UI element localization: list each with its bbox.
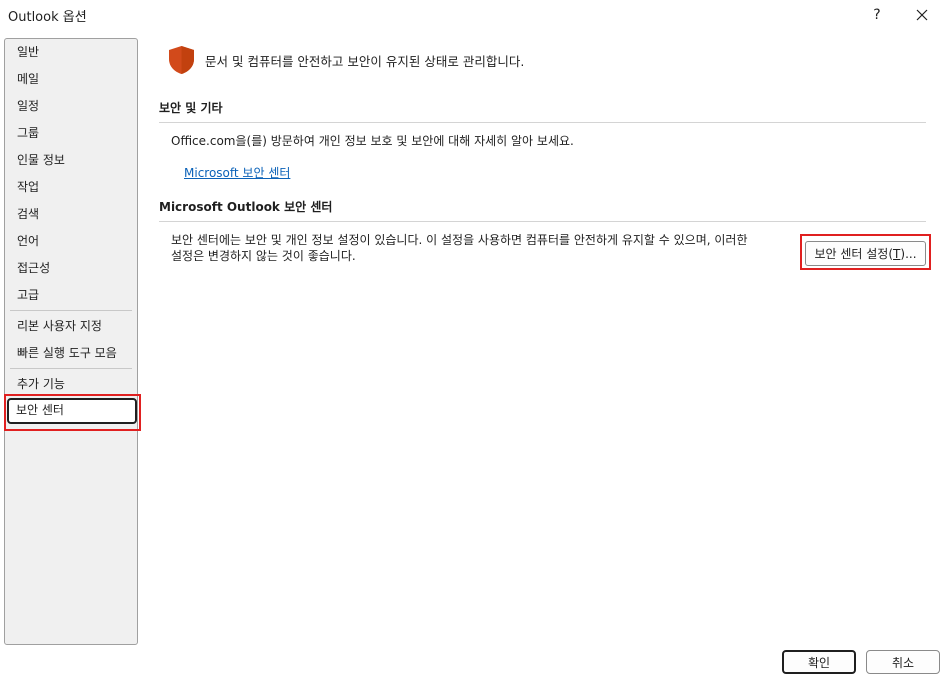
button-label: 보안 센터 설정 xyxy=(814,247,889,261)
nav-item-language[interactable]: 언어 xyxy=(8,229,134,253)
nav-separator xyxy=(10,310,132,311)
nav-separator xyxy=(10,368,132,369)
page-header: 문서 및 컴퓨터를 안전하고 보안이 유지된 상태로 관리합니다. xyxy=(168,44,524,76)
nav-item-advanced[interactable]: 고급 xyxy=(8,283,134,307)
title-bar: Outlook 옵션 ? xyxy=(0,0,943,32)
page-description: 문서 및 컴퓨터를 안전하고 보안이 유지된 상태로 관리합니다. xyxy=(205,53,525,69)
shield-icon xyxy=(169,46,194,74)
trust-center-description-line2: 설정은 변경하지 않는 것이 좋습니다. xyxy=(171,249,356,263)
nav-item-search[interactable]: 검색 xyxy=(8,202,134,226)
nav-item-trust-center[interactable]: 보안 센터 xyxy=(7,398,137,424)
trust-center-description-line1: 보안 센터에는 보안 및 개인 정보 설정이 있습니다. 이 설정을 사용하면 … xyxy=(171,233,748,247)
button-mnemonic: T xyxy=(893,246,901,261)
microsoft-trust-center-link[interactable]: Microsoft 보안 센터 xyxy=(184,164,290,181)
trust-center-settings-button[interactable]: 보안 센터 설정(T)... xyxy=(805,241,926,266)
cancel-button[interactable]: 취소 xyxy=(866,650,940,674)
options-nav: 일반 메일 일정 그룹 인물 정보 작업 검색 언어 접근성 고급 리본 사용자… xyxy=(4,38,138,645)
nav-item-calendar[interactable]: 일정 xyxy=(8,94,134,118)
security-description: Office.com을(를) 방문하여 개인 정보 보호 및 보안에 대해 자세… xyxy=(171,134,574,148)
nav-item-accessibility[interactable]: 접근성 xyxy=(8,256,134,280)
button-ellipsis: ... xyxy=(905,246,917,261)
nav-item-add-ins[interactable]: 추가 기능 xyxy=(8,372,134,396)
nav-item-customize-ribbon[interactable]: 리본 사용자 지정 xyxy=(8,314,134,338)
nav-item-quick-access-toolbar[interactable]: 빠른 실행 도구 모음 xyxy=(8,341,134,365)
close-icon xyxy=(916,9,928,21)
nav-item-groups[interactable]: 그룹 xyxy=(8,121,134,145)
nav-item-tasks[interactable]: 작업 xyxy=(8,175,134,199)
nav-item-general[interactable]: 일반 xyxy=(8,40,134,64)
section-title-trust-center: Microsoft Outlook 보안 센터 xyxy=(159,200,333,214)
section-title-security: 보안 및 기타 xyxy=(159,101,223,115)
window-title: Outlook 옵션 xyxy=(8,10,87,25)
section-divider xyxy=(159,221,926,222)
section-divider xyxy=(159,122,926,123)
close-button[interactable] xyxy=(910,4,934,26)
help-button[interactable]: ? xyxy=(866,4,888,26)
nav-item-people[interactable]: 인물 정보 xyxy=(8,148,134,172)
ok-button[interactable]: 확인 xyxy=(782,650,856,674)
nav-item-mail[interactable]: 메일 xyxy=(8,67,134,91)
